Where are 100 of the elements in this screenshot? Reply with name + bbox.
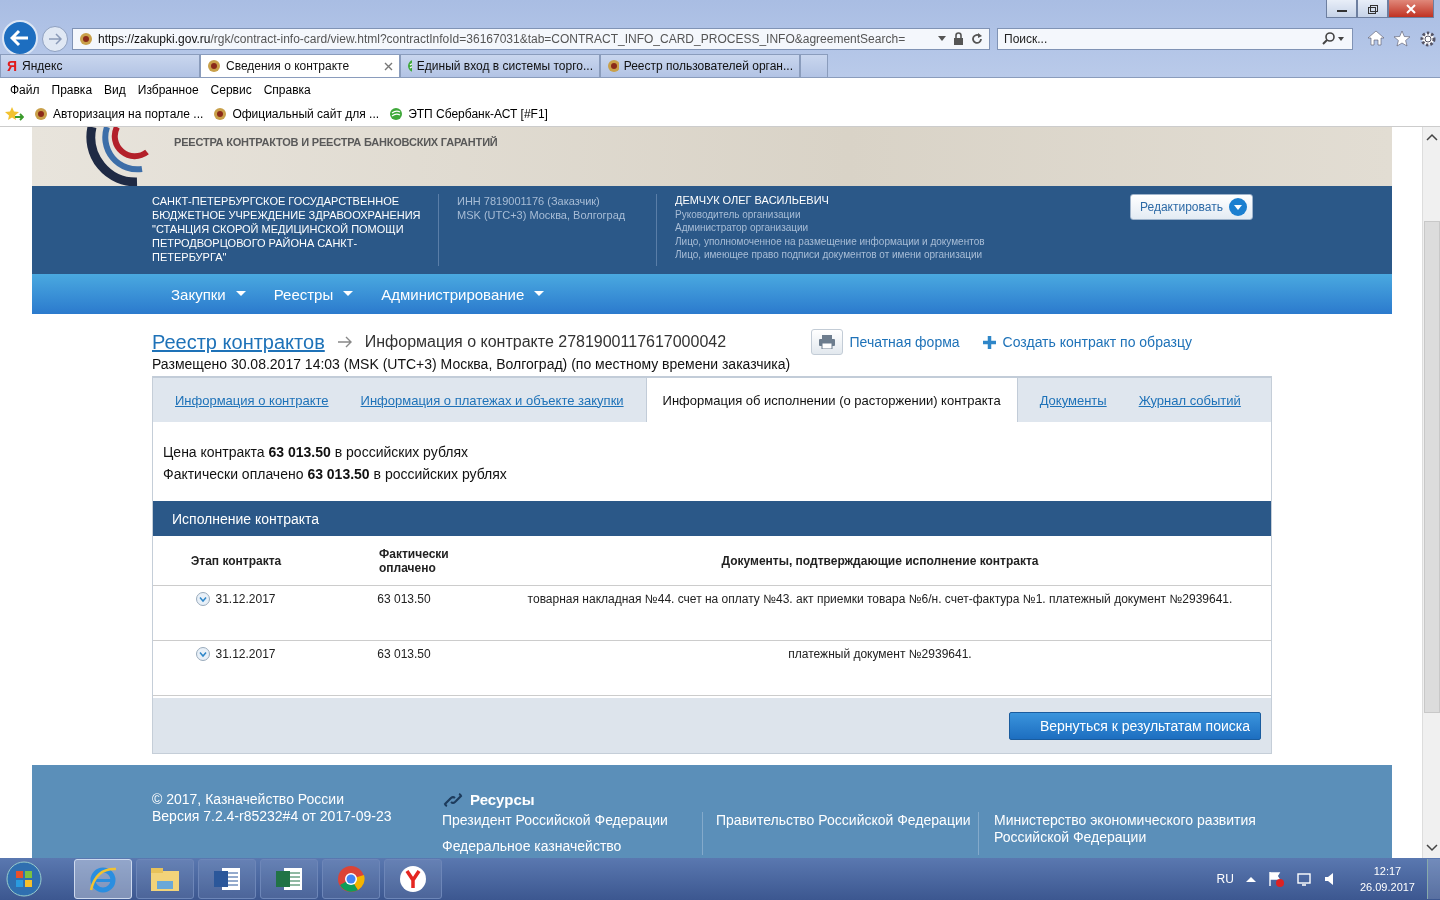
user-role: Администратор организации (675, 221, 810, 235)
nav-menu-item[interactable]: Администрирование (381, 285, 545, 303)
restore-button[interactable] (1357, 0, 1388, 18)
refresh-icon[interactable] (971, 32, 983, 45)
home-icon[interactable] (1367, 29, 1385, 46)
breadcrumb-link[interactable]: Реестр контрактов (152, 330, 325, 354)
dropdown-icon[interactable] (938, 35, 946, 42)
printer-icon[interactable] (810, 329, 843, 355)
scroll-down-icon[interactable] (1425, 844, 1438, 852)
user-name: ДЕМЧУК ОЛЕГ ВАСИЛЬЕВИЧ (675, 194, 830, 208)
tab-letter-icon: Я (7, 58, 18, 74)
column-header: Фактически оплачено (378, 546, 450, 575)
restore-icon (1366, 3, 1379, 14)
clock-time: 12:17 (1372, 864, 1403, 879)
caret-icon (235, 291, 246, 297)
browser-app-icon (336, 864, 366, 894)
footer-link[interactable]: Федеральное казначейство (442, 838, 702, 855)
favorite-link[interactable]: ЭТП Сбербанк-АСТ [#F1] (389, 107, 548, 121)
emblem-icon (213, 107, 228, 121)
caret-icon (534, 291, 545, 297)
create-contract-link[interactable]: Создать контракт по образцу (1002, 334, 1192, 350)
lock-icon (953, 32, 964, 45)
table-cell: 31.12.2017 (215, 592, 276, 606)
section-header: Исполнение контракта (153, 501, 1271, 536)
close-tab-icon[interactable] (384, 61, 393, 71)
flag-icon[interactable] (1267, 871, 1284, 887)
emblem-icon (607, 59, 619, 73)
scrollbar[interactable] (1422, 127, 1440, 858)
expand-toggle-icon[interactable] (196, 647, 211, 661)
taskbar-app-button[interactable] (198, 859, 256, 899)
plus-icon (982, 335, 996, 349)
favorite-link[interactable]: Авторизация на портале ... (34, 107, 204, 121)
table-cell: 63 013.50 (377, 592, 431, 606)
taskbar-app-button[interactable] (322, 859, 380, 899)
nav-menu-item[interactable]: Реестры (273, 285, 354, 303)
scroll-up-icon[interactable] (1425, 133, 1438, 141)
emblem-icon (34, 107, 48, 121)
column-header: Документы, подтверждающие исполнение контракта (720, 553, 1040, 568)
dropdown-icon (1228, 198, 1247, 216)
language-indicator[interactable]: RU (1216, 872, 1234, 886)
menu-item[interactable]: Справка (257, 83, 317, 97)
summary-text: Цена контракта 63 013.50 в российских рублях (163, 443, 470, 462)
arrow-right-icon (48, 32, 62, 45)
favorite-link[interactable]: Официальный сайт для ... (213, 107, 380, 121)
user-role: Лицо, уполномоченное на размещение информации и документов (675, 234, 986, 248)
taskbar-app-button[interactable] (384, 859, 442, 899)
menu-item[interactable]: Вид (98, 83, 132, 97)
taskbar-app-button[interactable] (260, 859, 318, 899)
menu-item[interactable]: Файл (4, 83, 46, 97)
browser-tab[interactable]: Реестр пользователей орган... (600, 54, 800, 77)
settings-icon[interactable] (1419, 29, 1437, 48)
menu-item[interactable]: Правка (45, 83, 99, 97)
user-role: Руководитель организации (675, 207, 802, 221)
content-tab[interactable]: Документы (1023, 378, 1123, 422)
star-icon[interactable] (1393, 29, 1411, 47)
print-form-link[interactable]: Печатная форма (849, 334, 960, 350)
expand-toggle-icon[interactable] (196, 592, 211, 606)
emblem-icon (207, 59, 221, 73)
taskbar-app-button[interactable] (136, 859, 194, 899)
content-tab[interactable]: Журнал событий (1122, 378, 1257, 422)
table-cell: платежный документ №2939641. (788, 647, 972, 661)
arrow-left-icon (10, 28, 30, 47)
copyright-text: © 2017, Казначейство России (152, 791, 345, 808)
round-logo-icon (407, 59, 412, 73)
close-button[interactable] (1388, 0, 1434, 18)
browser-tab[interactable]: Сведения о контракте (200, 54, 400, 77)
caret-icon (343, 291, 354, 297)
browser-tab[interactable]: Я Яндекс (0, 54, 200, 77)
page-title: Информация о контракте 2781900117617000042 (364, 333, 727, 351)
network-icon[interactable] (1295, 871, 1312, 887)
inn-text: ИНН 7819001176 (Заказчик) (457, 194, 601, 208)
minimize-button[interactable] (1326, 0, 1357, 18)
browser-tab[interactable]: Единый вход в системы торго... (400, 54, 600, 77)
folder-icon (149, 865, 181, 893)
menu-item[interactable]: Сервис (204, 83, 258, 97)
arrow-right-icon (336, 336, 353, 348)
footer-link[interactable]: Правительство Российской Федерации (716, 812, 978, 829)
edit-button[interactable]: Редактировать (1130, 194, 1253, 220)
table-cell: товарная накладная №44. счет на оплату №43. акт приемки товара №6/н. счет-фактура №1. платежный документ №2939641. (527, 592, 1233, 606)
caret-up-icon[interactable] (1245, 876, 1256, 882)
user-role: Лицо, имеющее право подписи документов от имени организации (675, 248, 984, 262)
close-icon (1405, 3, 1417, 14)
content-tab[interactable]: Информация о платежах и объекте закупки (344, 378, 640, 422)
emblem-icon (79, 31, 93, 46)
back-to-results-button[interactable]: Вернуться к результатам поиска (1008, 711, 1261, 740)
back-button[interactable] (2, 19, 38, 56)
footer-link[interactable]: Министерство экономического развития Российской Федерации (994, 812, 1294, 846)
spreadsheet-app-icon (274, 865, 304, 893)
column-header: Этап контракта (189, 553, 283, 568)
menu-item[interactable]: Избранное (131, 83, 205, 97)
content-tab[interactable]: Информация об исполнении (о расторжении) контракта (645, 378, 1018, 422)
nav-menu-item[interactable]: Закупки (171, 285, 246, 303)
address-field[interactable]: https://zakupki.gov.ru/rgk/contract-info-card/view.html?contractInfoId=36167031&tab=CONTRACT_INFO_CARD_PROCESS_INFO&agreementSearch= (72, 27, 990, 50)
favorites-star-icon[interactable] (4, 106, 24, 122)
banner-subtitle: РЕЕСТРА КОНТРАКТОВ И РЕЕСТРА БАНКОВСКИХ ГАРАНТИЙ (174, 136, 498, 148)
organization-name: САНКТ-ПЕТЕРБУРГСКОЕ ГОСУДАРСТВЕННОЕ БЮДЖЕТНОЕ УЧРЕЖДЕНИЕ ЗДРАВООХРАНЕНИЯ "СТАНЦИЯ СКОРОЙ МЕДИЦИНСКОЙ ПОМОЩИ ПЕТРОДВОРЦОВОГО РАЙОНА САНКТ-ПЕТЕРБУРГА" (152, 194, 439, 266)
footer-link[interactable]: Президент Российской Федерации (442, 812, 702, 829)
search-field[interactable]: Поиск... (997, 27, 1353, 50)
search-icon[interactable] (1322, 31, 1346, 46)
content-tab[interactable]: Информация о контракте (159, 378, 345, 422)
